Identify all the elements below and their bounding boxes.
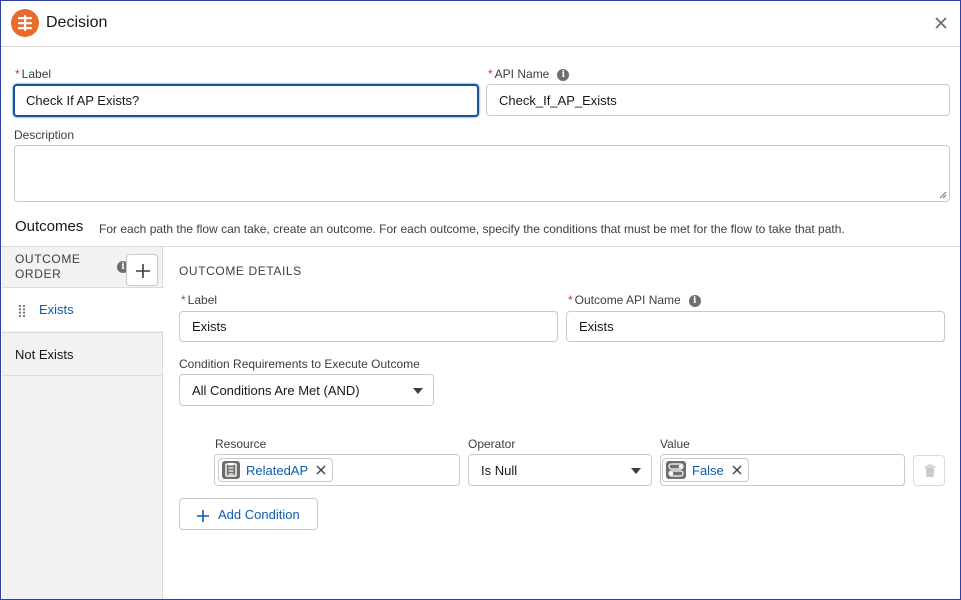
outcome-api-name-field-label: * Outcome API Name i [568,293,701,307]
outcome-item-exists[interactable]: Exists [2,287,164,331]
outcome-details-heading: OUTCOME DETAILS [179,264,302,278]
value-label: Value [660,437,690,451]
record-collection-icon [222,461,240,479]
value-input[interactable]: False [660,454,905,486]
label-field-label: * Label [15,67,52,81]
resize-handle-icon[interactable] [939,191,947,199]
dialog-title: Decision [46,14,108,31]
chevron-down-icon [631,468,641,474]
outcome-label-input[interactable]: Exists [179,311,558,342]
add-condition-button[interactable]: Add Condition [179,498,318,530]
dialog-header: Decision [1,1,960,47]
chevron-down-icon [413,388,423,394]
close-icon[interactable] [933,15,949,31]
toggle-icon [666,461,686,479]
remove-icon[interactable] [732,465,742,475]
plus-icon [197,510,209,522]
outcome-item-not-exists[interactable]: Not Exists [2,332,163,376]
resource-label: Resource [215,437,267,451]
decision-icon [11,9,39,37]
outcome-label-field-label: * Label [181,293,218,307]
info-icon[interactable]: i [557,69,570,81]
resource-input[interactable]: RelatedAP [214,454,460,486]
description-field-label: Description [14,128,75,142]
outcomes-description: For each path the flow can take, create … [99,222,845,236]
outcome-item-label: Not Exists [15,347,74,362]
outcome-item-label: Exists [39,302,74,317]
remove-icon[interactable] [316,465,326,475]
condition-requirements-label: Condition Requirements to Execute Outcom… [179,357,420,371]
drag-handle-icon[interactable] [18,304,26,318]
trash-icon [924,464,936,477]
condition-requirements-select[interactable]: All Conditions Are Met (AND) [179,374,434,406]
api-name-input[interactable]: Check_If_AP_Exists [486,84,950,116]
description-textarea[interactable] [14,145,950,202]
plus-icon [136,264,150,278]
value-pill-label: False [692,462,724,478]
outcome-order-panel: OUTCOME ORDER i Exists Not Exists [2,247,164,599]
api-name-field-label: * API Name i [488,67,570,81]
add-outcome-button[interactable] [126,254,158,286]
outcome-order-label: OUTCOME ORDER [15,252,81,281]
delete-condition-button[interactable] [913,455,945,486]
operator-label: Operator [468,437,516,451]
decision-dialog: Decision * Label Check If AP Exists? * API… [0,0,961,600]
value-pill[interactable]: False [662,458,749,482]
resource-pill[interactable]: RelatedAP [218,458,334,482]
resource-pill-label: RelatedAP [246,462,309,478]
outcome-api-name-input[interactable]: Exists [566,311,945,342]
info-icon[interactable]: i [688,295,701,307]
outcomes-heading: Outcomes [15,218,84,235]
label-input[interactable]: Check If AP Exists? [13,84,479,117]
operator-select[interactable]: Is Null [468,454,652,486]
add-condition-label: Add Condition [218,507,300,522]
